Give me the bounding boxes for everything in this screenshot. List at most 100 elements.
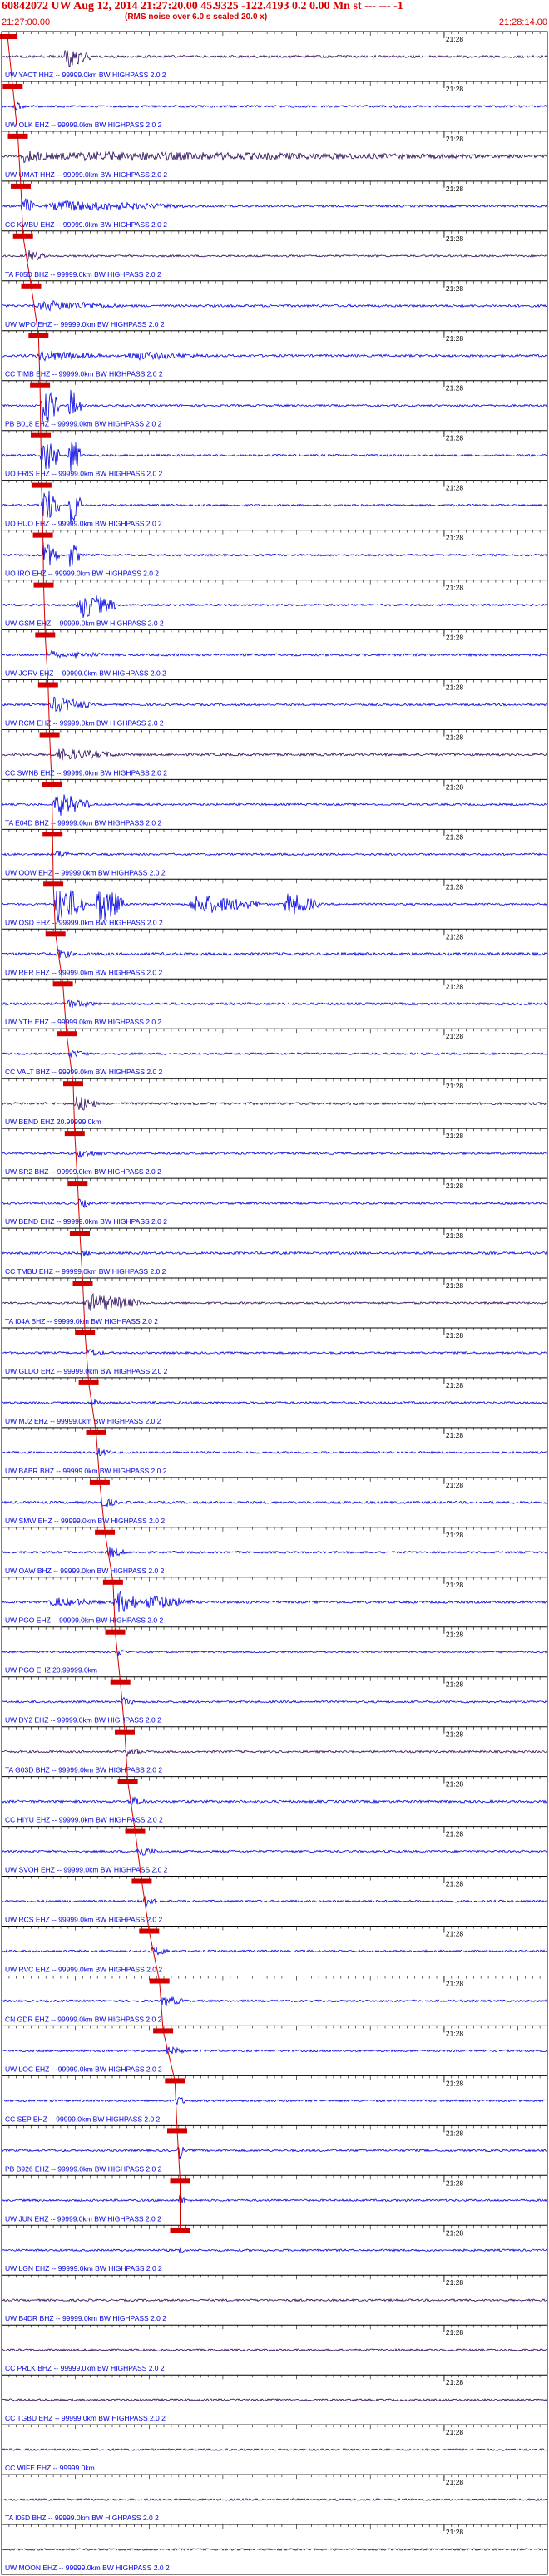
trace-label: UW OOW EHZ -- 99999.0km BW HIGHPASS 2.0 … [5,868,166,876]
minute-marker-label: 21:28 [446,584,464,592]
trace-label: CC VALT BHZ -- 99999.0km BW HIGHPASS 2.0… [5,1068,163,1076]
minute-marker-label: 21:28 [446,832,464,841]
minute-marker-label: 21:28 [446,1331,464,1340]
minute-marker-label: 21:28 [446,1980,464,1988]
minute-marker-label: 21:28 [446,384,464,392]
minute-marker-label: 21:28 [446,932,464,940]
trace-waveform [1,794,548,816]
trace-label: UW YACT HHZ -- 99999.0km BW HIGHPASS 2.0… [5,71,166,79]
minute-marker-label: 21:28 [446,782,464,791]
trace-label: TA G03D BHZ -- 99999.0km BW HIGHPASS 2.0… [5,1766,162,1774]
minute-marker-label: 21:28 [446,683,464,692]
minute-marker-label: 21:28 [446,1132,464,1140]
trace-waveform [1,1945,548,1956]
trace-label: CC HIYU EHZ -- 99999.0km BW HIGHPASS 2.0… [5,1816,163,1824]
minute-marker-label: 21:28 [446,85,464,93]
trace-waveform [2,2547,548,2552]
trace-label: UW RCS EHZ -- 99999.0km BW HIGHPASS 2.0 … [5,1916,163,1924]
trace-waveform [1,101,548,111]
trace-label: UW PGO EHZ -- 99999.0km BW HIGHPASS 2.0 … [5,1616,163,1625]
seismogram-plot: UW YACT HHZ -- 99999.0km BW HIGHPASS 2.0… [0,31,548,2575]
trace-waveform [1,1547,548,1558]
trace-waveform [1,1795,548,1805]
minute-marker-label: 21:28 [446,1631,464,1639]
minute-marker-label: 21:28 [446,35,464,43]
minute-marker-label: 21:28 [446,1830,464,1838]
trace-label: CC PRLK BHZ -- 99999.0km BW HIGHPASS 2.0… [5,2364,165,2372]
trace-label: UW SMW EHZ -- 99999.0km BW HIGHPASS 2.0 … [5,1517,165,1525]
minute-marker-label: 21:28 [446,2428,464,2436]
minute-marker-label: 21:28 [446,2378,464,2386]
minute-marker-label: 21:28 [446,334,464,343]
minute-marker-label: 21:28 [446,484,464,492]
minute-marker-label: 21:28 [446,2528,464,2536]
minute-marker-label: 21:28 [446,2228,464,2237]
trace-label: UO IRO EHZ -- 99999.0km BW HIGHPASS 2.0 … [5,570,159,578]
minute-marker-label: 21:28 [446,1481,464,1489]
minute-marker-label: 21:28 [446,135,464,143]
minute-marker-label: 21:28 [446,234,464,243]
trace-waveform [1,1895,548,1907]
trace-label: CC SEP EHZ -- 99999.0km BW HIGHPASS 2.0 … [5,2115,161,2123]
trace-label: UW SVOH EHZ -- 99999.0km BW HIGHPASS 2.0… [5,1866,168,1874]
trace-label: UW BEND EHZ 20.99999.0km [5,1118,101,1126]
trace-label: CN GDR EHZ -- 99999.0km BW HIGHPASS 2.0 … [5,2015,162,2023]
minute-marker-label: 21:28 [446,2278,464,2287]
trace-label: UW RER EHZ -- 99999.0km BW HIGHPASS 2.0 … [5,968,163,976]
minute-marker-label: 21:28 [446,1531,464,1539]
trace-waveform [1,541,548,567]
trace-waveform [1,1590,548,1613]
trace-label: UW OLK EHZ -- 99999.0km BW HIGHPASS 2.0 … [5,121,162,129]
trace-label: UW MOON EHZ -- 99999.0km BW HIGHPASS 2.0… [5,2564,170,2572]
minute-marker-label: 21:28 [446,1182,464,1190]
trace-waveform [1,442,548,471]
trace-waveform [1,2247,548,2254]
trace-waveform [1,1649,547,1656]
trace-waveform [1,299,548,312]
minute-marker-label: 21:28 [446,2328,464,2337]
minute-marker-label: 21:28 [446,534,464,542]
trace-waveform [1,2298,548,2302]
trace-waveform [1,2046,548,2055]
trace-waveform [1,1996,548,2006]
trace-waveform [1,696,548,713]
trace-waveform [1,1198,548,1209]
trace-waveform [1,1399,548,1405]
trace-label: UO FRIS EHZ -- 99999.0km BW HIGHPASS 2.0… [5,470,163,478]
trace-waveform [1,1448,548,1457]
minute-marker-label: 21:28 [446,2079,464,2087]
minute-marker-label: 21:28 [446,2478,464,2486]
trace-waveform [1,649,548,659]
minute-marker-label: 21:28 [446,284,464,293]
minute-marker-label: 21:28 [446,733,464,742]
minute-marker-label: 21:28 [446,1880,464,1888]
trace-label: CC TGBU EHZ -- 99999.0km BW HIGHPASS 2.0… [5,2414,166,2422]
minute-marker-label: 21:28 [446,2179,464,2187]
minute-marker-label: 21:28 [446,882,464,891]
trace-waveform [1,1096,548,1111]
trace-label: CC TIMB EHZ -- 99999.0km BW HIGHPASS 2.0… [5,370,163,378]
trace-label: UW LOC EHZ -- 99999.0km BW HIGHPASS 2.0 … [5,2065,162,2073]
trace-waveform [1,2146,548,2159]
minute-marker-label: 21:28 [446,1082,464,1090]
trace-waveform [1,949,548,959]
trace-waveform [1,851,548,858]
trace-waveform [1,2448,547,2452]
trace-label: UW B4DR BHZ -- 99999.0km BW HIGHPASS 2.0… [5,2314,166,2322]
trace-label: UW BABR BHZ -- 99999.0km BW HIGHPASS 2.0… [5,1467,167,1475]
trace-waveform [1,151,548,164]
trace-label: PB B926 EHZ -- 99999.0km BW HIGHPASS 2.0… [5,2164,162,2173]
minute-marker-label: 21:28 [446,434,464,442]
trace-label: UW JUN EHZ -- 99999.0km BW HIGHPASS 2.0 … [5,2214,161,2223]
trace-label: UW OSD EHZ -- 99999.0km BW HIGHPASS 2.0 … [5,918,163,926]
trace-waveform [1,2348,548,2352]
trace-label: TA I05D BHZ -- 99999.0km BW HIGHPASS 2.0… [5,2514,159,2522]
trace-waveform [2,249,548,263]
trace-label: UW DY2 EHZ -- 99999.0km BW HIGHPASS 2.0 … [5,1716,161,1725]
trace-waveform [1,2398,548,2402]
minute-marker-label: 21:28 [446,2129,464,2137]
trace-label: UW PGO EHZ 20.99999.0km [5,1666,97,1675]
minute-marker-label: 21:28 [446,1231,464,1240]
trace-label: UW RCM EHZ -- 99999.0km BW HIGHPASS 2.0 … [5,719,164,728]
minute-marker-label: 21:28 [446,1730,464,1739]
